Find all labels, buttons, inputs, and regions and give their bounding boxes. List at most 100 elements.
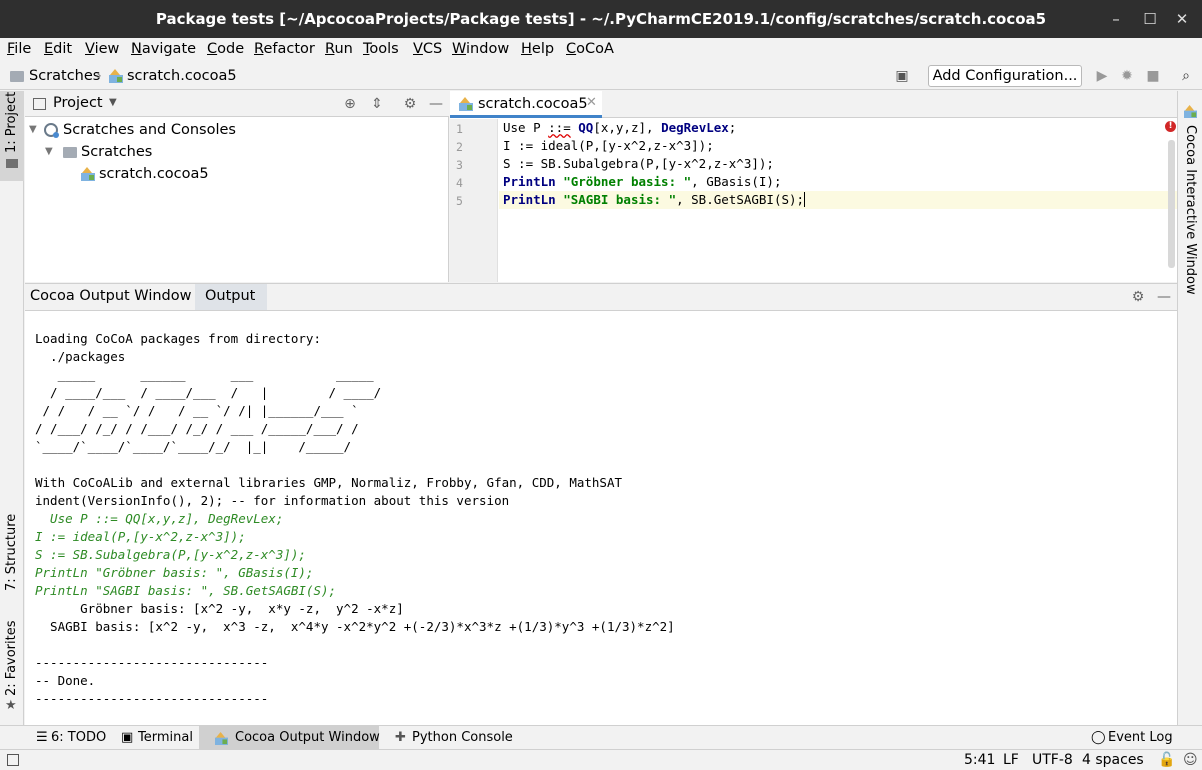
close-button[interactable]: ✕ <box>1172 9 1192 29</box>
breadcrumb-separator-icon: › <box>96 68 102 84</box>
minimize-button[interactable]: – <box>1106 9 1126 29</box>
close-tab-icon[interactable]: ✕ <box>586 95 597 110</box>
line-number: 4 <box>456 176 463 190</box>
echo-line: S := SB.Subalgebra(P,[y-x^2,z-x^3]); <box>35 547 306 562</box>
project-tool-tab[interactable]: 1: Project <box>4 92 19 153</box>
menu-run[interactable]: Run <box>325 41 353 57</box>
echo-line: PrintLn "SAGBI basis: ", SB.GetSAGBI(S); <box>35 583 337 598</box>
output-panel-header: Cocoa Output Window Output ⚙ — <box>25 284 1177 311</box>
run-icon[interactable]: ▶ <box>1093 67 1111 85</box>
code-line-4[interactable]: PrintLn "Gröbner basis: ", GBasis(I); <box>503 174 781 189</box>
file-encoding[interactable]: UTF-8 <box>1032 752 1073 768</box>
menu-navigate[interactable]: Navigate <box>131 41 196 57</box>
line-number: 2 <box>456 140 463 154</box>
code-line-5[interactable]: PrintLn "SAGBI basis: ", SB.GetSAGBI(S); <box>503 192 806 207</box>
menu-file[interactable]: File <box>7 41 31 57</box>
separator-line: ------------------------------- <box>35 655 269 670</box>
cocoa-file-icon <box>109 69 123 83</box>
search-icon[interactable]: ⌕ <box>1177 67 1195 85</box>
cocoa-interactive-window-tab[interactable]: Cocoa Interactive Window <box>1183 125 1198 295</box>
code-keyword: QQ <box>578 120 594 135</box>
expand-arrow-icon[interactable]: ▼ <box>45 146 53 157</box>
ascii-banner-line: / / / __ `/ / / __ `/ /| |______/___ ` <box>35 403 359 418</box>
result-line: SAGBI basis: [x^2 -y, x^3 -z, x^4*y -x^2… <box>35 619 675 634</box>
add-configuration-button[interactable]: Add Configuration... <box>928 65 1082 87</box>
lock-icon[interactable]: 🔓 <box>1158 752 1175 768</box>
indent-setting[interactable]: 4 spaces <box>1082 752 1144 768</box>
cocoa-output-icon <box>215 732 228 745</box>
maximize-button[interactable]: ☐ <box>1140 9 1160 29</box>
expand-arrow-icon[interactable]: ▼ <box>29 124 37 135</box>
gear-icon[interactable]: ⚙ <box>1129 288 1147 306</box>
breadcrumb-file[interactable]: scratch.cocoa5 <box>127 68 237 84</box>
hide-panel-icon[interactable]: — <box>427 95 445 113</box>
code-text: [x,y,z], <box>593 120 662 135</box>
tree-scratches-and-consoles[interactable]: Scratches and Consoles <box>63 122 236 138</box>
inspector-icon[interactable]: ☺ <box>1183 752 1198 768</box>
python-console-tool-button[interactable]: Python Console <box>412 730 513 745</box>
structure-tool-tab[interactable]: 7: Structure <box>4 514 19 591</box>
separator-line: ------------------------------- <box>35 691 269 706</box>
hide-panel-icon[interactable]: — <box>1155 288 1173 306</box>
menu-vcs[interactable]: VCS <box>413 41 442 57</box>
menu-tools[interactable]: Tools <box>363 41 399 57</box>
line-separator[interactable]: LF <box>1003 752 1019 768</box>
stop-icon[interactable]: ■ <box>1144 67 1162 85</box>
menu-view[interactable]: View <box>85 41 119 57</box>
breadcrumb-scratches[interactable]: Scratches <box>29 68 100 84</box>
caret-position[interactable]: 5:41 <box>964 752 995 768</box>
project-panel-title[interactable]: Project <box>53 95 103 111</box>
cocoa-output-tool-button[interactable]: Cocoa Output Window <box>235 730 380 745</box>
menu-help[interactable]: Help <box>521 41 554 57</box>
run-console-icon[interactable]: ▣ <box>893 67 911 85</box>
collapse-all-icon[interactable]: ⇕ <box>368 95 386 113</box>
code-line-2[interactable]: I := ideal(P,[y-x^2,z-x^3]); <box>503 138 714 153</box>
folder-icon <box>63 147 77 158</box>
list-icon: ☰ <box>36 730 48 745</box>
editor-scrollbar[interactable] <box>1168 140 1175 268</box>
ascii-banner-line: / ____/___ / ____/___ / | / ____/ <box>35 385 382 400</box>
tab-output[interactable]: Output <box>205 288 255 304</box>
tab-cocoa-output-window[interactable]: Cocoa Output Window <box>30 288 191 304</box>
code-text: ; <box>728 120 737 135</box>
tool-window-bar: ☰ 6: TODO ▣ Terminal Cocoa Output Window… <box>0 725 1202 750</box>
code-text: ::= <box>548 120 571 135</box>
code-line-3[interactable]: S := SB.Subalgebra(P,[y-x^2,z-x^3]); <box>503 156 774 171</box>
output-line: ./packages <box>35 349 126 364</box>
terminal-tool-button[interactable]: Terminal <box>138 730 193 745</box>
menu-code[interactable]: Code <box>207 41 244 57</box>
todo-tool-button[interactable]: 6: TODO <box>51 730 106 745</box>
navigation-bar: Scratches › scratch.cocoa5 ▣ Add Configu… <box>0 62 1202 90</box>
ascii-banner-line: / /___/ /_/ / /___/ /_/ / ___ /_____/___… <box>35 421 359 436</box>
menu-edit[interactable]: Edit <box>44 41 72 57</box>
chevron-down-icon[interactable]: ▼ <box>109 97 117 108</box>
event-log-tool-button[interactable]: Event Log <box>1108 730 1173 745</box>
editor-tab-scratch[interactable]: scratch.cocoa5 ✕ <box>450 91 602 118</box>
menu-window[interactable]: Window <box>452 41 509 57</box>
tree-scratch-file[interactable]: scratch.cocoa5 <box>99 166 209 182</box>
title-bar: Package tests [~/ApcocoaProjects/Package… <box>0 0 1202 38</box>
terminal-icon: ▣ <box>121 730 134 745</box>
locate-icon[interactable]: ⊕ <box>341 95 359 113</box>
cocoa-file-icon <box>459 97 473 111</box>
left-tool-stripe: 1: Project 7: Structure 2: Favorites ★ <box>0 91 24 725</box>
menu-cocoa[interactable]: CoCoA <box>566 41 614 57</box>
menu-refactor[interactable]: Refactor <box>254 41 315 57</box>
code-text: , SB.GetSAGBI(S); <box>676 192 805 207</box>
tree-scratches-folder[interactable]: Scratches <box>81 144 152 160</box>
favorites-tool-tab[interactable]: 2: Favorites <box>4 620 19 696</box>
line-number: 1 <box>456 122 463 136</box>
echo-line: PrintLn "Gröbner basis: ", GBasis(I); <box>35 565 314 580</box>
error-indicator-icon[interactable]: ! <box>1165 121 1176 132</box>
output-line: indent(VersionInfo(), 2); -- for informa… <box>35 493 510 508</box>
editor-tab-label: scratch.cocoa5 <box>478 96 588 112</box>
project-folder-icon <box>6 159 18 168</box>
editor-panel: scratch.cocoa5 ✕ 1 2 3 4 5 Use P ::= QQ[… <box>450 91 1177 282</box>
code-text: , GBasis(I); <box>691 174 782 189</box>
code-line-1[interactable]: Use P ::= QQ[x,y,z], DegRevLex; <box>503 120 736 135</box>
tool-windows-toggle-icon[interactable] <box>7 754 19 766</box>
menu-bar: File Edit View Navigate Code Refactor Ru… <box>0 38 1202 62</box>
star-icon: ★ <box>5 698 17 713</box>
gear-icon[interactable]: ⚙ <box>401 95 419 113</box>
debug-icon[interactable]: ✹ <box>1118 67 1136 85</box>
